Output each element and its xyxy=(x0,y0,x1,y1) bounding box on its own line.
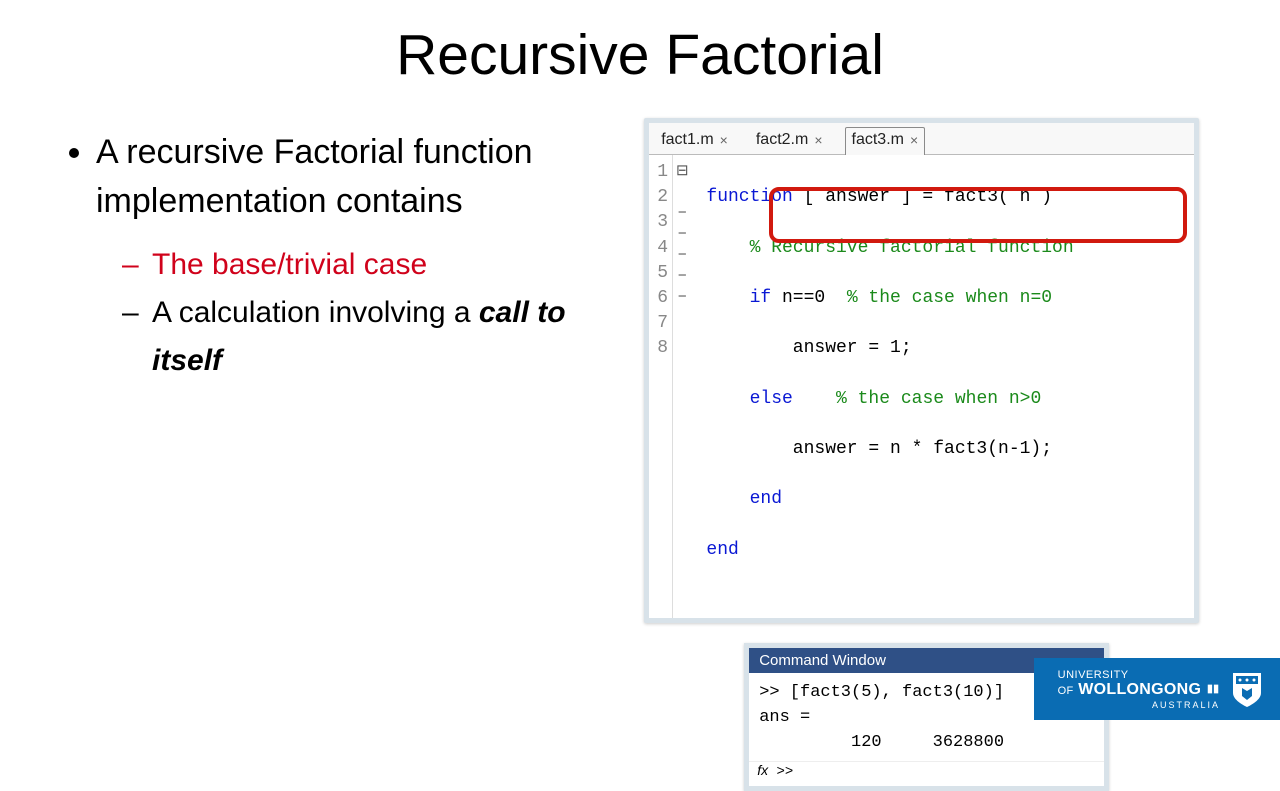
kw-end: end xyxy=(750,489,782,509)
footer-line2: OF WOLLONGONG xyxy=(1058,682,1220,699)
fold-marker xyxy=(676,181,689,202)
close-icon[interactable]: × xyxy=(814,132,822,148)
comment: % the case when n>0 xyxy=(836,389,1041,409)
tab-label: fact3.m xyxy=(852,131,904,149)
kw-if: if xyxy=(750,288,772,308)
cmd-line: 120 3628800 xyxy=(759,733,1004,752)
kw-else: else xyxy=(750,389,793,409)
slide-title: Recursive Factorial xyxy=(0,0,1280,88)
line-num: 8 xyxy=(657,336,668,361)
footer-line3: AUSTRALIA xyxy=(1058,701,1220,710)
line-num: 7 xyxy=(657,311,668,336)
cmd-line: >> [fact3(5), fact3(10)] xyxy=(759,683,1004,702)
line-num: 3 xyxy=(657,210,668,235)
close-icon[interactable]: × xyxy=(910,132,918,148)
code-text: answer = n * fact3(n-1); xyxy=(793,439,1052,459)
code-text: n==0 xyxy=(771,288,847,308)
line-num: 2 xyxy=(657,185,668,210)
line-num: 1 xyxy=(657,160,668,185)
book-icon xyxy=(1206,682,1220,696)
tab-fact3[interactable]: fact3.m × xyxy=(845,127,926,155)
line-num: 5 xyxy=(657,261,668,286)
fold-marker xyxy=(676,307,689,328)
code-area: 1 2 3 4 5 6 7 8 ⊟ − − − − − xyxy=(649,155,1194,618)
command-prompt[interactable]: fx >> xyxy=(749,761,1104,786)
line-num: 4 xyxy=(657,236,668,261)
fold-marker: − xyxy=(676,265,689,286)
tab-label: fact1.m xyxy=(661,131,713,149)
fold-marker: − xyxy=(676,286,689,307)
shield-icon xyxy=(1232,672,1262,708)
university-logo: UNIVERSITY OF WOLLONGONG AUSTRALIA xyxy=(1034,658,1280,720)
cmd-line: ans = xyxy=(759,708,810,727)
fold-marker: − xyxy=(676,223,689,244)
comment: % the case when n=0 xyxy=(847,288,1052,308)
bullet-main: A recursive Factorial function implement… xyxy=(96,128,619,227)
tab-fact2[interactable]: fact2.m × xyxy=(750,128,829,154)
fold-marker: − xyxy=(676,202,689,223)
tab-label: fact2.m xyxy=(756,131,808,149)
editor-tabbar: fact1.m × fact2.m × fact3.m × xyxy=(649,123,1194,155)
tab-fact1[interactable]: fact1.m × xyxy=(655,128,734,154)
kw-end: end xyxy=(706,540,738,560)
kw-function: function xyxy=(706,187,792,207)
code-body[interactable]: function [ answer ] = fact3( n ) % Recur… xyxy=(692,155,1080,618)
comment: % Recursive factorial function xyxy=(750,238,1074,258)
code-text: [ answer ] = fact3( n ) xyxy=(793,187,1052,207)
line-num: 6 xyxy=(657,286,668,311)
fold-column: ⊟ − − − − − xyxy=(673,155,692,618)
bullet-self-call: A calculation involving a call to itself xyxy=(152,289,619,385)
code-text xyxy=(793,389,836,409)
line-gutter: 1 2 3 4 5 6 7 8 xyxy=(649,155,673,618)
bullet-self-call-prefix: A calculation involving a xyxy=(152,296,479,329)
bullet-base-case: The base/trivial case xyxy=(152,241,619,289)
fold-marker: − xyxy=(676,244,689,265)
code-text: answer = 1; xyxy=(793,338,912,358)
close-icon[interactable]: × xyxy=(720,132,728,148)
fold-marker[interactable]: ⊟ xyxy=(676,160,689,181)
text-column: A recursive Factorial function implement… xyxy=(60,118,619,791)
matlab-editor: fact1.m × fact2.m × fact3.m × 1 2 3 4 xyxy=(644,118,1199,623)
